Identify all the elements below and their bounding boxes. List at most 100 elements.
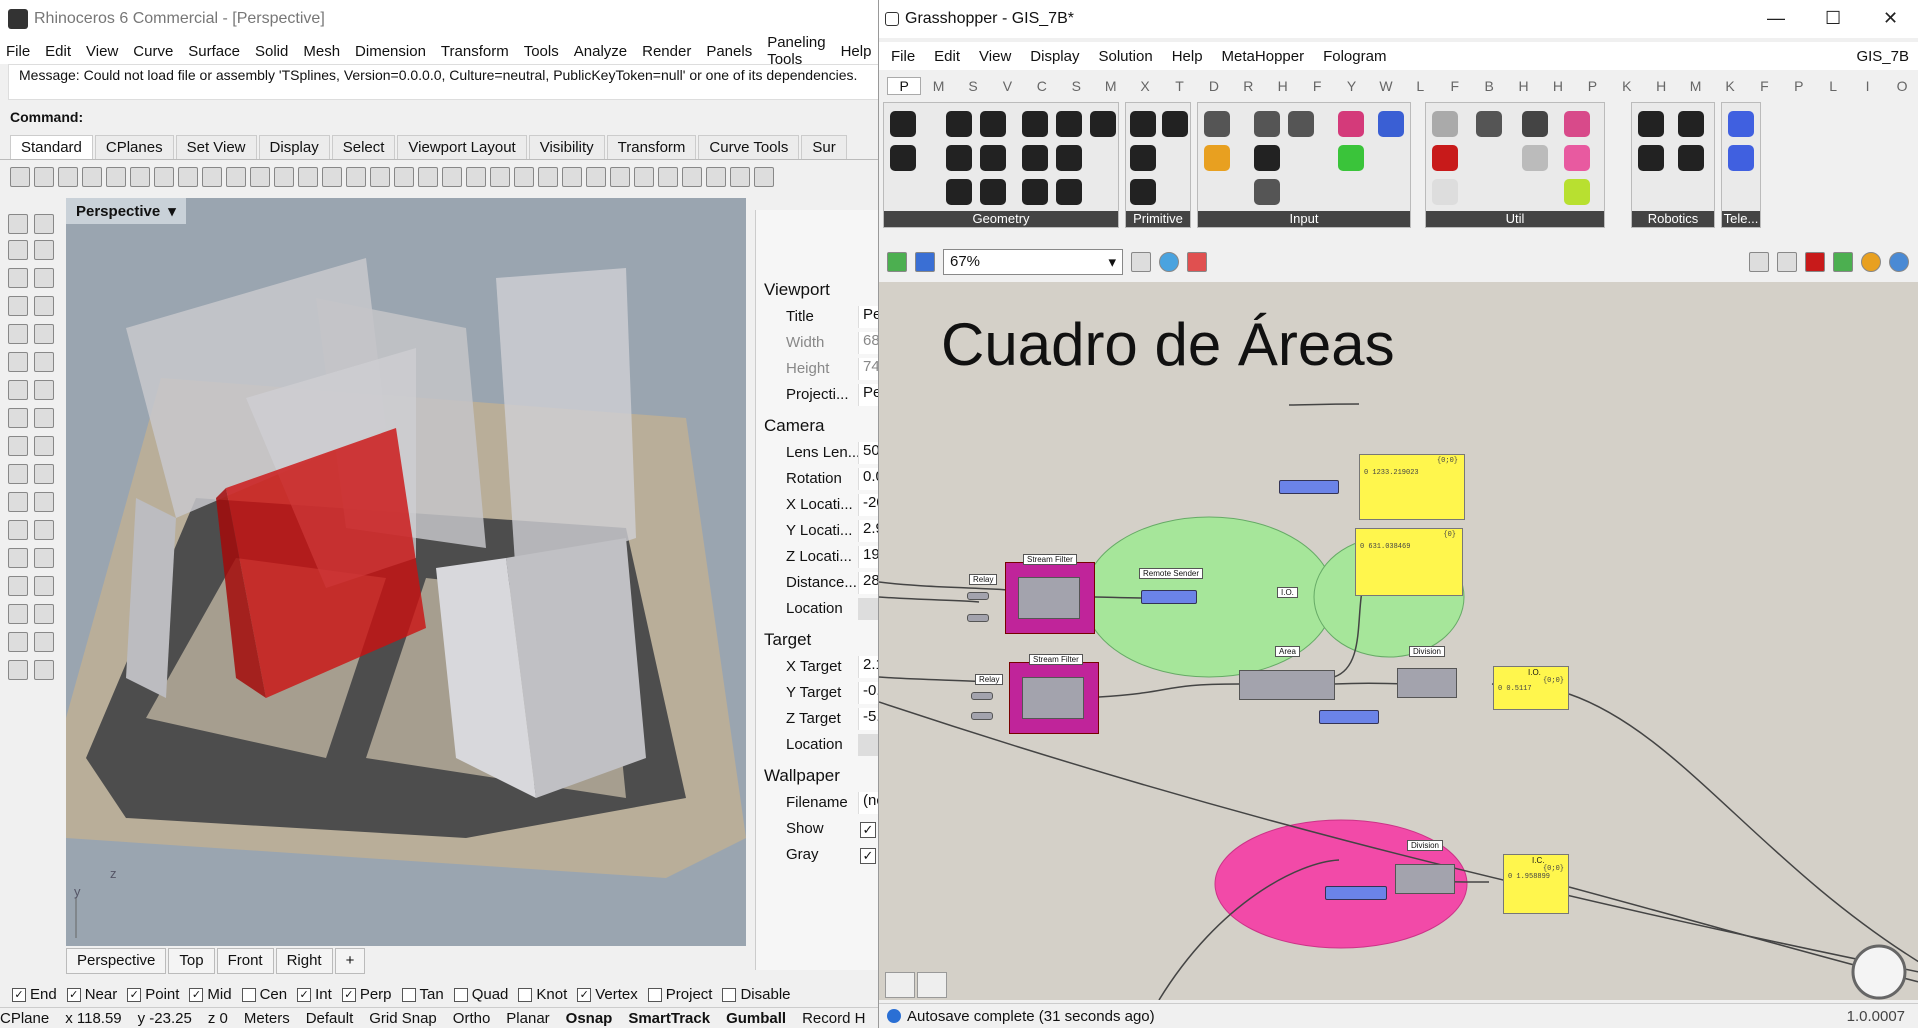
arrow-right-comp-icon[interactable] [1522,111,1548,137]
lock-icon[interactable] [538,167,558,187]
status-ortho[interactable]: Ortho [453,1010,491,1027]
status-planar[interactable]: Planar [506,1010,549,1027]
cat-tab-p2[interactable]: P [1575,78,1609,94]
panel-comp-icon[interactable] [1378,111,1404,137]
tab-curve-tools[interactable]: Curve Tools [698,135,800,159]
osnap-project[interactable]: Project [647,986,712,1003]
rhino-menu-curve[interactable]: Curve [133,43,173,60]
gumball-icon[interactable] [8,492,28,512]
trim-icon[interactable] [8,464,28,484]
extrude-icon[interactable] [34,352,54,372]
rhino-menu-edit[interactable]: Edit [45,43,71,60]
cat-tab-curve[interactable]: C [1025,78,1059,94]
cut-icon[interactable] [130,167,150,187]
osnap-mid[interactable]: ✓ Mid [189,986,232,1003]
light-icon[interactable] [490,167,510,187]
relay-1b[interactable] [967,614,989,622]
gh-menu-metahopper[interactable]: MetaHopper [1222,48,1305,65]
four-viewports-icon[interactable] [370,167,390,187]
paste-icon[interactable] [178,167,198,187]
osnap-point[interactable]: ✓ Point [127,986,179,1003]
rhino-menu-help[interactable]: Help [841,43,872,60]
point-comp-icon[interactable] [980,179,1006,205]
eraser-icon[interactable] [885,972,915,998]
relay-2b[interactable] [971,712,993,720]
slider-comp-icon[interactable] [1338,111,1364,137]
cat-tab-m2[interactable]: M [1678,78,1712,94]
gh-menu-view[interactable]: View [979,48,1011,65]
plane-comp-icon[interactable] [946,179,972,205]
tree-comp-icon[interactable] [1476,111,1502,137]
render-icon[interactable] [730,167,750,187]
analyze-icon[interactable] [34,604,54,624]
status-gumball[interactable]: Gumball [726,1010,786,1027]
status-cplane[interactable]: CPlane [0,1010,49,1027]
tab-display[interactable]: Display [258,135,330,159]
panel-1[interactable]: {0;0} 0 1233.219023 [1359,454,1465,520]
rotate-view-icon[interactable] [250,167,270,187]
boolean-comp-icon[interactable] [1130,111,1156,137]
receiver-comp-icon[interactable] [1728,145,1754,171]
vp-tab-right[interactable]: Right [275,948,333,974]
preview-mesh-icon[interactable] [1889,252,1909,272]
geometry-comp-icon[interactable] [890,111,916,137]
surface-comp-icon[interactable] [1022,145,1048,171]
cat-tab-l1[interactable]: L [1403,78,1437,94]
undo-icon[interactable] [202,167,222,187]
relay-1[interactable] [967,592,989,600]
options-icon[interactable] [754,167,774,187]
point-icon[interactable] [466,167,486,187]
gear-icon[interactable] [706,167,726,187]
array-icon[interactable] [34,492,54,512]
mesh-comp-icon[interactable] [980,145,1006,171]
rhino-menu-render[interactable]: Render [642,43,691,60]
stream-filter-2[interactable] [1009,662,1099,734]
box-icon[interactable] [8,380,28,400]
rhino-menu-mesh[interactable]: Mesh [303,43,340,60]
cat-tab-k1[interactable]: K [1610,78,1644,94]
number-comp-icon[interactable] [1130,179,1156,205]
arc-icon[interactable] [8,296,28,316]
cat-tab-maths[interactable]: M [921,78,955,94]
vp-tab-top[interactable]: Top [168,948,215,974]
text-comp-icon[interactable] [1162,111,1188,137]
atom-comp-icon[interactable] [1056,179,1082,205]
preview-selected-icon[interactable] [1805,252,1825,272]
point-tool-icon[interactable] [34,214,54,234]
cat-tab-surface[interactable]: S [1059,78,1093,94]
tab-standard[interactable]: Standard [10,135,93,159]
circle-comp-icon[interactable] [946,111,972,137]
osnap-perp[interactable]: ✓ Perp [341,986,392,1003]
cat-tab-i[interactable]: I [1850,78,1884,94]
material-sphere-icon[interactable] [682,167,702,187]
tab-transform[interactable]: Transform [606,135,697,159]
close-icon[interactable]: ✕ [1883,8,1898,29]
cat-tab-params[interactable]: P [887,77,922,95]
rhino-menu-paneling-tools[interactable]: Paneling Tools [767,34,825,68]
gh-canvas[interactable]: Cuadro de Áreas Relay Stream Filter Remo… [879,282,1918,1000]
number-param-2[interactable] [1319,710,1379,724]
rhino-menu-surface[interactable]: Surface [188,43,240,60]
cat-tab-intersect[interactable]: X [1128,78,1162,94]
grid-icon[interactable] [394,167,414,187]
sender-comp-icon[interactable] [1728,111,1754,137]
save-icon[interactable] [58,167,78,187]
select-icon[interactable] [442,167,462,187]
osnap-vertex[interactable]: ✓ Vertex [577,986,638,1003]
status-units[interactable]: Meters [244,1010,290,1027]
ghosted-sphere-icon[interactable] [658,167,678,187]
cat-tab-l2[interactable]: L [1816,78,1850,94]
circle-icon[interactable] [8,268,28,288]
import-comp-icon[interactable] [1204,111,1230,137]
zoom-dynamic-icon[interactable] [274,167,294,187]
properties-icon[interactable] [106,167,126,187]
checker-comp-icon[interactable] [1432,179,1458,205]
number-param-1[interactable] [1279,480,1339,494]
zoom-extents-canvas-icon[interactable] [1131,252,1151,272]
io-panel[interactable]: I.O. {0;0} 0 0.5117 [1493,666,1569,710]
cat-tab-b[interactable]: B [1472,78,1506,94]
grid-array-icon[interactable] [8,604,28,624]
document-preview-icon[interactable] [1833,252,1853,272]
robot-comp-icon[interactable] [1638,111,1664,137]
rhino-menu-panels[interactable]: Panels [706,43,752,60]
